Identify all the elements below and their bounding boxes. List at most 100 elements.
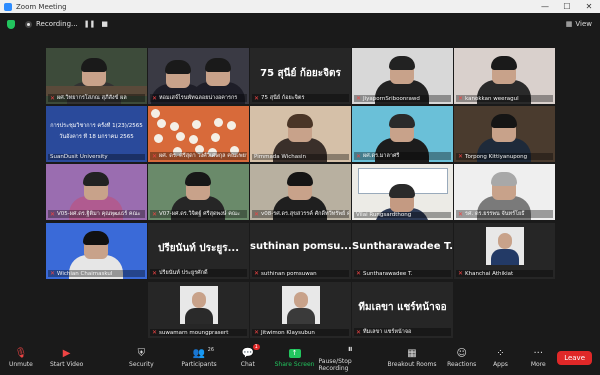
participants-icon: 👥 26 [192, 347, 215, 359]
breakout-rooms-button[interactable]: ▦ Breakout Rooms [382, 340, 442, 375]
participant-display-name: ทีมเลขา แชร์หน้าจอ [358, 302, 447, 313]
participant-name: ผศ.วิทยากรโสภณ สุภีสังข์ ผล [57, 95, 127, 101]
participant-tile[interactable]: ✕ JiyapornSriboonrawd [352, 48, 453, 104]
participant-tile[interactable]: ✕ ผศ.วิทยากรโสภณ สุภีสังข์ ผล [46, 48, 147, 104]
participant-name: Jitwimon Klaysubun [261, 329, 315, 336]
reactions-label: Reactions [447, 361, 477, 368]
participant-tile[interactable]: ✕ V07-ผศ.ดร.วิจิตฐ์ ศรีสุดพงษ์ คณะ [148, 164, 249, 220]
participant-hair [491, 172, 517, 186]
participant-name: ผศ.ดร.มาลาศรี [363, 153, 400, 159]
flower [189, 135, 198, 144]
participant-hair [165, 60, 191, 74]
participant-name-label: ✕ 75 สุนีย์ ก้อยะจิตร [252, 94, 349, 102]
participant-tile[interactable]: Vilai Rungsardthong [352, 164, 453, 220]
participant-name-label: ✕ V07-ผศ.ดร.วิจิตฐ์ ศรีสุดพงษ์ คณะ [150, 210, 247, 218]
participant-name-label: ✕ ทีมเลขา แชร์หน้าจอ [354, 328, 451, 336]
profile-body [185, 308, 213, 324]
participant-name: Wichian Chaimaskul [57, 270, 113, 277]
flower [214, 118, 223, 127]
participant-tile[interactable]: Suntharawadee T. ✕ Suntharawadee T. [352, 223, 453, 279]
participant-tile[interactable]: ปรียนันท์ ประยูร... ✕ ปรียนันท์ ประยูรศักด… [148, 223, 249, 279]
participant-hair [81, 58, 107, 72]
participant-name: SuanDusit University [50, 154, 108, 160]
breakout-rooms-icon: ▦ [407, 347, 417, 359]
participant-hair [389, 114, 415, 128]
muted-mic-icon: ✕ [356, 328, 362, 336]
participant-name-label: ✕ Jitwimon Klaysubun [252, 329, 349, 336]
flower [151, 109, 160, 118]
participant-tile[interactable]: การประชุมวิชาการ ครั้งที่ 1(23)/2565 วันอ… [46, 106, 147, 162]
reactions-button[interactable]: ☺ Reactions [442, 340, 482, 375]
flower [211, 133, 220, 142]
participant-name: รศ. ดร.ยรรพน จันทร์โยธี [465, 211, 525, 217]
muted-mic-icon: ✕ [458, 270, 464, 277]
flower [176, 132, 185, 141]
muted-mic-icon: ✕ [254, 270, 260, 277]
flower [154, 134, 163, 143]
more-icon: ··· [533, 347, 544, 359]
participant-name-label: ✕ ปรียนันท์ ประยูรศักดิ์ [150, 269, 247, 277]
participant-name: JiyapornSriboonrawd [363, 95, 420, 102]
participant-tile[interactable]: ✕ V05-ผศ.ดร.ฐิติมา คุณพุฒเธร์ คณะ [46, 164, 147, 220]
participant-name-label: ✕ V05-ผศ.ดร.ฐิติมา คุณพุฒเธร์ คณะ [48, 210, 145, 218]
participant-name-label: ✕ผศ. ดร. ศรีสุดา วงศ์วิเศษกุล คณะพยาบาล [150, 152, 247, 160]
share-screen-button[interactable]: ↑ Share Screen [271, 340, 319, 375]
participant-name: Vilai Rungsardthong [356, 212, 412, 218]
leave-button[interactable]: Leave [557, 350, 593, 365]
profile-body [491, 249, 519, 265]
participant-name: v08-รศ.ดร.สุขสวรรค์ ศักดิ์ทวีทรัพย์ คณะ [261, 211, 349, 217]
participant-name: kanokkan weeragul [465, 95, 519, 102]
participant-tile[interactable]: ✕ kanokkan weeragul [454, 48, 555, 104]
participant-tile[interactable]: ✕ ผศ.ดร.มาลาศรี [352, 106, 453, 162]
participants-button[interactable]: 👥 26 Participants [173, 340, 225, 375]
participant-name: V07-ผศ.ดร.วิจิตฐ์ ศรีสุดพงษ์ คณะ [159, 211, 240, 217]
participant-tile[interactable]: Pimmada Wichasin [250, 106, 351, 162]
more-button[interactable]: ··· More [519, 340, 557, 375]
participant-name-label: Pimmada Wichasin [252, 154, 349, 160]
participant-tile[interactable]: ทีมเลขา แชร์หน้าจอ ✕ ทีมเลขา แชร์หน้าจอ [352, 282, 453, 338]
pause-stop-recording-label: Pause/Stop Recording [318, 357, 352, 372]
participant-name-label: ✕ ผศ.วิทยากรโสภณ สุภีสังข์ ผล [48, 94, 145, 102]
participant-name-label: Vilai Rungsardthong [354, 212, 451, 218]
participant-hair [287, 172, 313, 186]
participant-name-label: ✕ Wichian Chaimaskul [48, 270, 145, 277]
participant-name-label: ✕ JiyapornSriboonrawd [354, 95, 451, 102]
participant-name-label: ✕ suwamarn moungprasert [150, 329, 247, 336]
participant-tile[interactable]: ✕ Khanchai Athikiat [454, 223, 555, 279]
participant-name: suwamarn moungprasert [159, 329, 229, 336]
participant-name-label: ✕ หอมเสจ์ไรนพัทฉลอยน่างอคารกร [150, 94, 247, 102]
muted-mic-icon: ✕ [254, 329, 260, 336]
participant-display-name: suthinan pomsu... [250, 241, 351, 252]
apps-button[interactable]: ⁘ Apps [482, 340, 520, 375]
participant-tile[interactable]: ✕ Torpong Kittiyanupong [454, 106, 555, 162]
participant-name-label: ✕ Suntharawadee T. [354, 270, 451, 277]
participant-name-label: ✕ รศ. ดร.ยรรพน จันทร์โยธี [456, 210, 553, 218]
pause-stop-recording-button[interactable]: ⏸ Pause/Stop Recording [318, 340, 382, 375]
apps-label: Apps [493, 361, 508, 368]
participant-hair [389, 56, 415, 70]
participant-tile[interactable]: ✕ผศ. ดร. ศรีสุดา วงศ์วิเศษกุล คณะพยาบาล [148, 106, 249, 162]
unmute-button[interactable]: 🎙 Unmute [0, 340, 42, 375]
start-video-button[interactable]: ▶ Start Video [42, 340, 92, 375]
slide-text-line: วันอังคาร ที่ 18 มกราคม 2565 [59, 134, 134, 140]
participant-tile[interactable]: ✕ หอมเสจ์ไรนพัทฉลอยน่างอคารกร [148, 48, 249, 104]
chat-badge: 1 [252, 344, 260, 350]
profile-head [192, 292, 206, 308]
participant-tile[interactable]: suthinan pomsu... ✕ suthinan pomsuwan [250, 223, 351, 279]
flower [157, 119, 166, 128]
participant-tile[interactable]: ✕ v08-รศ.ดร.สุขสวรรค์ ศักดิ์ทวีทรัพย์ คณะ [250, 164, 351, 220]
participant-name-label: ✕ ผศ.ดร.มาลาศรี [354, 152, 451, 160]
slide-text-line: การประชุมวิชาการ ครั้งที่ 1(23)/2565 [50, 123, 143, 129]
participant-hair [205, 58, 231, 72]
participant-tile[interactable]: ✕ suwamarn moungprasert [148, 282, 249, 338]
participant-tile[interactable]: ✕ Wichian Chaimaskul [46, 223, 147, 279]
chat-button[interactable]: 💬 1 Chat [225, 340, 271, 375]
participant-tile[interactable]: 75 สุนีย์ ก้อยะจิตร ✕ 75 สุนีย์ ก้อยะจิตร [250, 48, 351, 104]
participant-name-label: ✕ v08-รศ.ดร.สุขสวรรค์ ศักดิ์ทวีทรัพย์ คณะ [252, 210, 349, 218]
participant-name-label: ✕ Khanchai Athikiat [456, 270, 553, 277]
participant-name: หอมเสจ์ไรนพัทฉลอยน่างอคารกร [159, 95, 238, 101]
participant-tile[interactable]: ✕ Jitwimon Klaysubun [250, 282, 351, 338]
security-button[interactable]: ⛨ Security [110, 340, 174, 375]
participant-tile[interactable]: ✕ รศ. ดร.ยรรพน จันทร์โยธี [454, 164, 555, 220]
profile-picture [282, 286, 320, 324]
